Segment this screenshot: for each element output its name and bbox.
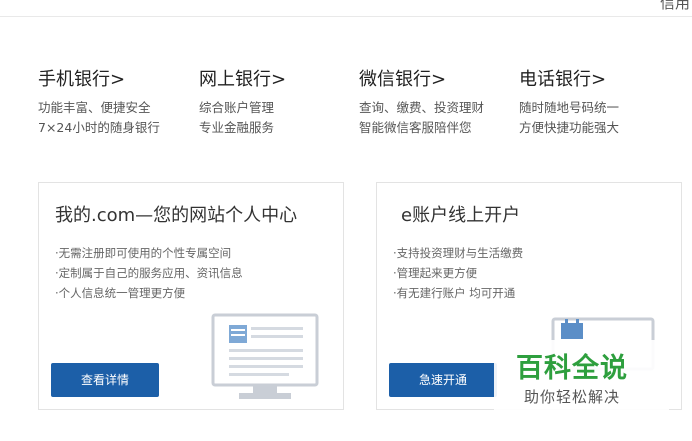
channel-desc: 综合账户管理: [199, 100, 275, 115]
channel-desc: 功能丰富、便捷安全: [38, 100, 151, 115]
channel-wechat-banking[interactable]: 微信银行> 查询、缴费、投资理财 智能微信客服陪伴您: [359, 66, 484, 138]
card-personal-center: 我的.com—您的网站个人中心 ·无需注册即可使用的个性专属空间 ·定制属于自己…: [38, 182, 344, 410]
feature-item: ·有无建行账户 均可开通: [393, 286, 516, 300]
feature-list: ·支持投资理财与生活缴费 ·管理起来更方便 ·有无建行账户 均可开通: [393, 243, 523, 303]
feature-item: ·定制属于自己的服务应用、资讯信息: [55, 266, 243, 280]
channel-desc: 查询、缴费、投资理财: [359, 100, 485, 115]
card-title: 我的.com—您的网站个人中心: [55, 205, 298, 226]
quick-open-button[interactable]: 急速开通: [389, 363, 497, 397]
watermark-logo: 百科全说 助你轻松解决: [494, 340, 669, 420]
channel-desc: 7×24小时的随身银行: [38, 120, 160, 135]
channel-title-phone-banking[interactable]: 电话银行>: [519, 66, 619, 94]
channel-desc: 智能微信客服陪伴您: [359, 120, 472, 135]
feature-item: ·管理起来更方便: [393, 266, 478, 280]
card-title: e账户线上开户: [401, 205, 521, 226]
channel-phone-banking[interactable]: 电话银行> 随时随地号码统一 方便快捷功能强大: [519, 66, 619, 138]
feature-list: ·无需注册即可使用的个性专属空间 ·定制属于自己的服务应用、资讯信息 ·个人信息…: [55, 243, 243, 303]
feature-item: ·支持投资理财与生活缴费: [393, 246, 524, 260]
channel-title-online-banking[interactable]: 网上银行>: [199, 66, 286, 94]
channel-desc: 方便快捷功能强大: [519, 120, 620, 135]
view-details-button[interactable]: 查看详情: [51, 363, 159, 397]
channel-title-wechat-banking[interactable]: 微信银行>: [359, 66, 484, 94]
channel-online-banking[interactable]: 网上银行> 综合账户管理 专业金融服务: [199, 66, 286, 138]
watermark-title: 百科全说: [516, 353, 628, 384]
channel-title-mobile-banking[interactable]: 手机银行>: [38, 66, 160, 94]
channel-desc: 随时随地号码统一: [519, 100, 620, 115]
monitor-document-icon: [211, 313, 319, 399]
feature-item: ·个人信息统一管理更方便: [55, 286, 186, 300]
channel-desc: 专业金融服务: [199, 120, 275, 135]
top-bar: 信用: [0, 0, 692, 17]
top-corner-text[interactable]: 信用: [660, 0, 690, 13]
feature-item: ·无需注册即可使用的个性专属空间: [55, 246, 232, 260]
watermark-subtitle: 助你轻松解决: [524, 388, 621, 406]
channel-mobile-banking[interactable]: 手机银行> 功能丰富、便捷安全 7×24小时的随身银行: [38, 66, 160, 138]
